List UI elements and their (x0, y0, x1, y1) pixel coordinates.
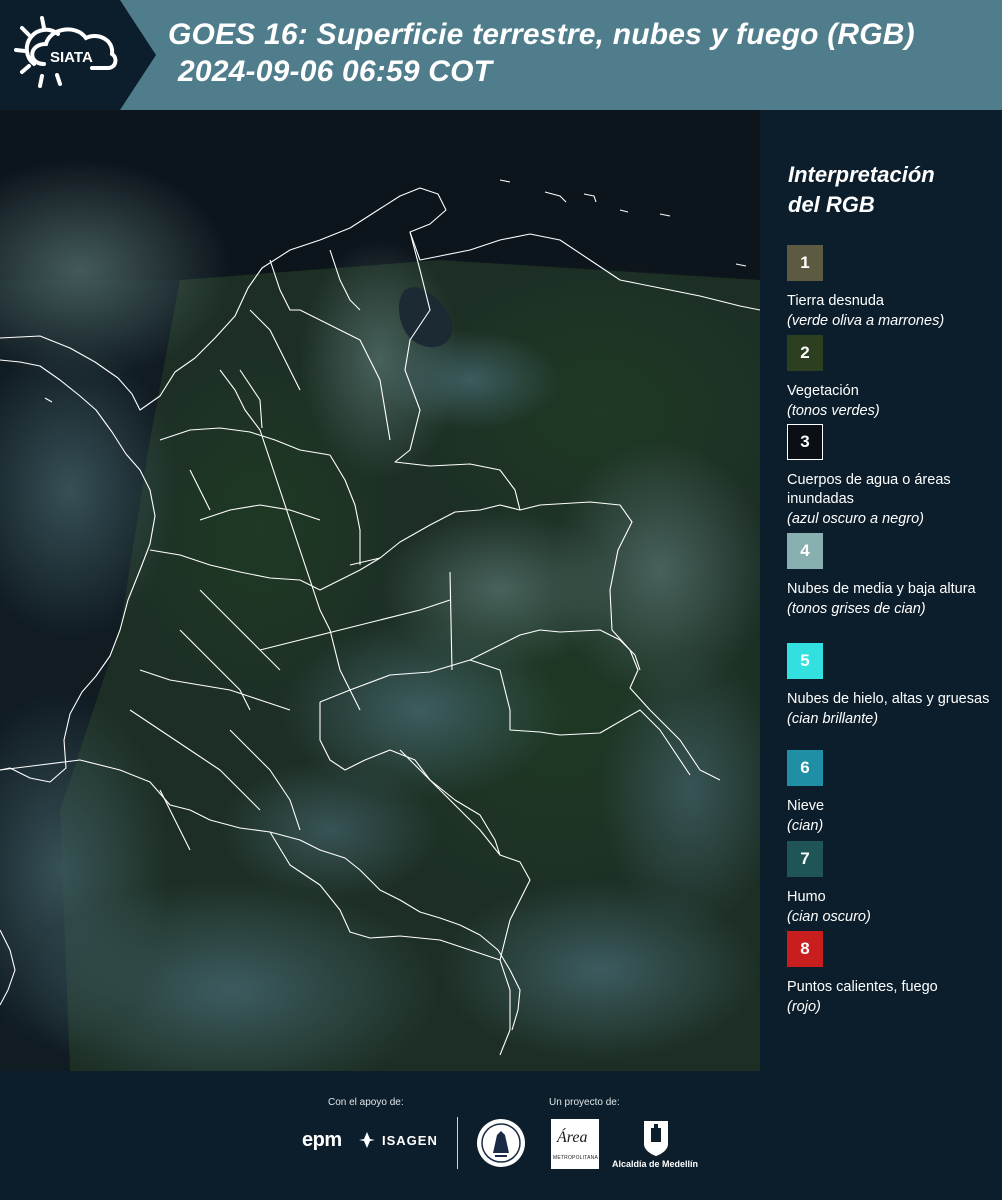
title-line-1: GOES 16: Superficie terrestre, nubes y f… (168, 18, 915, 51)
legend-swatch-7: 7 (787, 841, 823, 877)
legend-swatch-5: 5 (787, 643, 823, 679)
legend-item-bare-soil: 1 Tierra desnuda (verde oliva a marrones… (787, 245, 997, 331)
legend-swatch-8: 8 (787, 931, 823, 967)
legend-swatch-2: 2 (787, 335, 823, 371)
legend-label: Vegetación (787, 383, 859, 399)
satellite-map[interactable] (0, 110, 760, 1071)
alcaldia-label: Alcaldía de Medellín (612, 1159, 699, 1169)
legend-label: Humo (787, 889, 826, 905)
legend-title-line-2: del RGB (788, 192, 875, 217)
legend-label: Puntos calientes, fuego (787, 979, 938, 995)
siata-logo: SIATA (14, 16, 118, 88)
legend-label: Nieve (787, 798, 825, 814)
legend-item-ice-clouds: 5 Nubes de hielo, altas y gruesas (cian … (787, 643, 997, 729)
isagen-label: ISAGEN (382, 1133, 438, 1148)
legend-label: Tierra desnuda (787, 293, 884, 309)
legend-description: (verde oliva a marrones) (787, 313, 945, 329)
legend-swatch-6: 6 (787, 750, 823, 786)
area-logo-word: Área (557, 1129, 588, 1146)
legend-title-line-1: Interpretación (788, 162, 935, 187)
legend-item-low-clouds: 4 Nubes de media y baja altura (tonos gr… (787, 533, 997, 619)
legend-swatch-4: 4 (787, 533, 823, 569)
epm-logo: epm (302, 1129, 342, 1151)
legend-item-fire: 8 Puntos calientes, fuego (rojo) (787, 931, 997, 1017)
legend-item-water: 3 Cuerpos de agua o áreas inundadas (azu… (787, 424, 997, 529)
legend-label: Nubes de media y baja altura (787, 581, 976, 597)
legend-item-vegetation: 2 Vegetación (tonos verdes) (787, 335, 997, 421)
area-logo-sub: METROPOLITANA (553, 1155, 599, 1161)
footer-divider (457, 1117, 458, 1169)
alcaldia-shield-icon (644, 1121, 668, 1156)
legend-description: (tonos verdes) (787, 403, 880, 419)
project-label: Un proyecto de: (549, 1097, 620, 1108)
area-metropolitana-logo: Área METROPOLITANA (551, 1119, 599, 1169)
isagen-logo: ISAGEN (360, 1133, 438, 1148)
title-line-2: 2024-09-06 06:59 COT (178, 55, 493, 88)
page-title: GOES 16: Superficie terrestre, nubes y f… (168, 16, 998, 90)
legend-swatch-3: 3 (787, 424, 823, 460)
satellite-image (0, 110, 760, 1071)
legend-description: (azul oscuro a negro) (787, 511, 925, 527)
legend-description: (rojo) (787, 999, 821, 1015)
legend-description: (cian oscuro) (787, 909, 871, 925)
svg-text:SIATA: SIATA (50, 49, 93, 66)
legend-label: Nubes de hielo, altas y gruesas (787, 691, 990, 707)
support-label: Con el apoyo de: (328, 1097, 404, 1108)
legend-description: (tonos grises de cian) (787, 601, 926, 617)
legend-item-snow: 6 Nieve (cian) (787, 750, 997, 836)
footer: Con el apoyo de: Un proyecto de: epm ISA… (0, 1071, 1002, 1200)
legend-description: (cian brillante) (787, 711, 879, 727)
legend-description: (cian) (787, 818, 824, 834)
legend-label: Cuerpos de agua o áreas inundadas (787, 472, 951, 507)
legend-swatch-1: 1 (787, 245, 823, 281)
legend-item-smoke: 7 Humo (cian oscuro) (787, 841, 997, 927)
university-seal-icon (477, 1119, 525, 1167)
legend-title: Interpretación del RGB (788, 160, 988, 220)
